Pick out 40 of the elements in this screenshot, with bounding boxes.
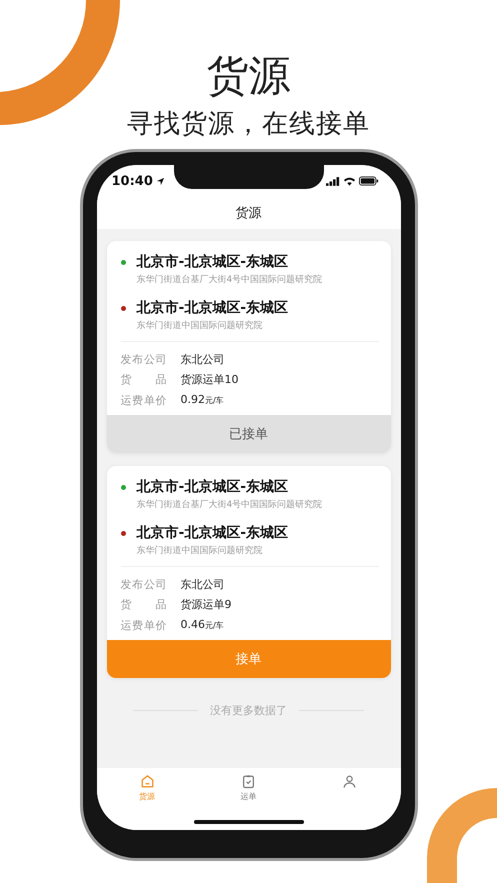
signal-icon: [326, 176, 340, 186]
field-value: 东北公司: [180, 352, 224, 368]
destination-address: 东华门街道中国国际问题研究院: [136, 320, 264, 333]
field-value: 货源运单9: [180, 597, 232, 613]
accept-order-button[interactable]: 接单: [106, 640, 390, 678]
destination-city: 北京市-北京城区-东城区: [136, 524, 288, 543]
end-of-list-text: 没有更多数据了: [210, 703, 287, 718]
person-icon: [342, 774, 358, 789]
field-label: 货品: [120, 372, 166, 388]
field-label: 运费单价: [120, 618, 166, 634]
hero-subtitle: 寻找货源，在线接单: [127, 108, 370, 141]
page-title: 货源: [236, 205, 262, 222]
hero-title: 货源: [206, 50, 290, 102]
status-time: 10:40: [112, 174, 153, 188]
origin-address: 东华门街道台基厂大街4号中国国际问题研究院: [136, 274, 324, 287]
field-label: 发布公司: [120, 577, 166, 593]
destination-address: 东华门街道中国国际问题研究院: [136, 544, 264, 558]
clipboard-check-icon: [240, 774, 256, 789]
field-label: 货品: [120, 597, 166, 613]
price-value: 0.46元/车: [180, 617, 224, 633]
field-label: 运费单价: [120, 392, 166, 408]
accepted-status-button[interactable]: 已接单: [106, 415, 390, 453]
field-value: 货源运单10: [180, 372, 238, 388]
origin-dot: [120, 484, 126, 490]
wifi-icon: [342, 176, 356, 186]
battery-icon: [358, 176, 378, 186]
location-arrow-icon: [156, 176, 165, 186]
destination-dot: [120, 306, 126, 310]
origin-city: 北京市-北京城区-东城区: [136, 478, 288, 497]
field-label: 发布公司: [120, 352, 166, 368]
price-value: 0.92元/车: [180, 392, 224, 408]
origin-address: 东华门街道台基厂大街4号中国国际问题研究院: [136, 498, 324, 512]
tab-item[interactable]: 货源: [96, 774, 198, 830]
home-icon: [140, 774, 155, 789]
origin-city: 北京市-北京城区-东城区: [136, 252, 288, 272]
destination-dot: [120, 530, 126, 536]
destination-city: 北京市-北京城区-东城区: [136, 298, 288, 318]
origin-dot: [120, 260, 126, 264]
field-value: 东北公司: [180, 577, 224, 593]
tab-item[interactable]: 运单: [198, 774, 300, 830]
